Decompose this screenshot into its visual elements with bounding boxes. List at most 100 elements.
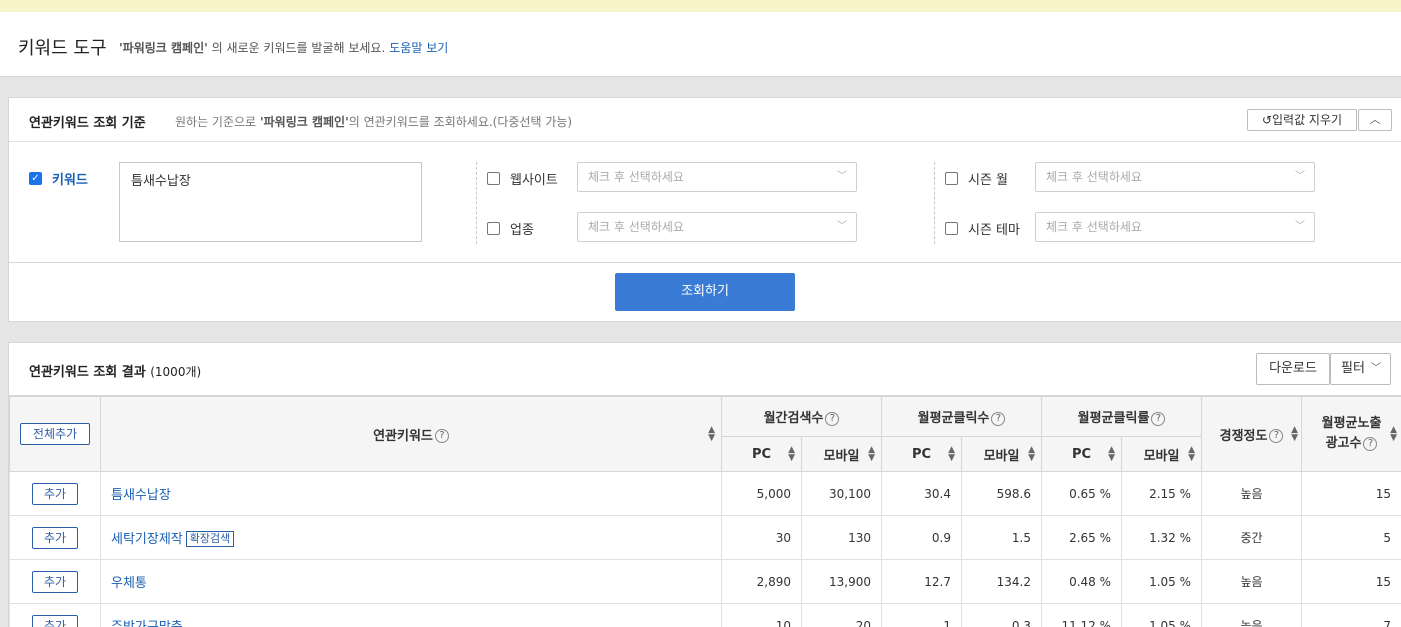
divider — [476, 162, 477, 244]
subtitle-text: 의 새로운 키워드를 발굴해 보세요. — [207, 41, 386, 55]
add-cell: 추가 — [9, 603, 101, 627]
sort-icon[interactable]: ▲ ▼ — [788, 446, 795, 463]
campaign-name: '파워링크 캠페인' — [119, 41, 208, 55]
sort-icon[interactable]: ▲ ▼ — [1390, 426, 1397, 443]
competition-cell: 높음 — [1201, 471, 1303, 516]
download-button[interactable]: 다운로드 — [1256, 353, 1330, 385]
chevron-down-icon: ﹀ — [1295, 171, 1305, 182]
sort-icon[interactable]: ▲ ▼ — [1028, 446, 1035, 463]
season-month-select[interactable]: 체크 후 선택하세요 ﹀ — [1035, 162, 1315, 192]
col-search-mobile[interactable]: 모바일 ▲ ▼ — [801, 436, 882, 472]
sort-icon[interactable]: ▲ ▼ — [708, 426, 715, 443]
add-button[interactable]: 추가 — [32, 570, 78, 593]
results-panel: 연관키워드 조회 결과 (1000개) 다운로드 필터 ﹀ 전체추가 연관키워드?… — [8, 342, 1401, 627]
ctr-mobile-cell: 2.15 % — [1121, 471, 1203, 516]
search-button[interactable]: 조회하기 — [615, 273, 795, 311]
season-theme-checkbox[interactable] — [945, 222, 958, 235]
add-cell: 추가 — [9, 515, 101, 560]
query-panel-header: 연관키워드 조회 기준 원하는 기준으로 '파워링크 캠페인'의 연관키워드를 … — [9, 98, 1401, 142]
table-row: 추가 세탁기장제작 확장검색 30 130 0.9 1.5 2.65 % 1.32 % 중간 5 — [9, 515, 1401, 560]
click-pc-cell: 12.7 — [881, 559, 962, 604]
keyword-cell: 주방가구맞춤 — [100, 603, 722, 627]
help-icon[interactable]: ? — [434, 429, 449, 443]
col-ctr-mobile[interactable]: 모바일 ▲ ▼ — [1121, 436, 1203, 472]
col-click-pc[interactable]: PC ▲ ▼ — [881, 436, 962, 472]
search-mobile-cell: 13,900 — [801, 559, 882, 604]
ads-cell: 15 — [1301, 471, 1401, 516]
sort-icon[interactable]: ▲ ▼ — [868, 446, 875, 463]
sort-icon[interactable]: ▲ ▼ — [1188, 446, 1195, 463]
click-mobile-cell: 1.5 — [960, 515, 1043, 560]
col-click-mobile[interactable]: 모바일 ▲ ▼ — [960, 436, 1043, 472]
competition-cell: 높음 — [1201, 559, 1303, 604]
ctr-pc-cell: 2.65 % — [1041, 515, 1123, 560]
season-month-label: 시즌 월 — [968, 173, 1009, 188]
ads-cell: 15 — [1301, 559, 1401, 604]
help-icon[interactable]: ? — [1363, 436, 1378, 451]
query-filters: ✓ 키워드 틈새수납장 웹사이트 체크 후 선택하세요 ﹀ 업종 체크 후 선택하… — [9, 142, 1401, 263]
col-avg-ads[interactable]: 월평균노출 광고수? ▲ ▼ — [1301, 396, 1401, 472]
col-competition-label: 경쟁정도 — [1219, 428, 1268, 444]
query-panel-title: 연관키워드 조회 기준 — [29, 116, 146, 131]
filter-label: 필터 — [1341, 361, 1365, 376]
add-button[interactable]: 추가 — [32, 526, 78, 549]
page-header: 키워드 도구 '파워링크 캠페인' 의 새로운 키워드를 발굴해 보세요. 도움말… — [0, 12, 1401, 77]
ads-cell: 7 — [1301, 603, 1401, 627]
keyword-link[interactable]: 세탁기장제작 — [111, 532, 183, 547]
help-icon[interactable]: ? — [1151, 411, 1166, 426]
filter-button[interactable]: 필터 ﹀ — [1330, 353, 1391, 385]
website-checkbox[interactable] — [487, 172, 500, 185]
ctr-mobile-cell: 1.05 % — [1121, 603, 1203, 627]
chevron-down-icon: ﹀ — [837, 221, 847, 232]
col-ctr-pc[interactable]: PC ▲ ▼ — [1041, 436, 1123, 472]
industry-checkbox[interactable] — [487, 222, 500, 235]
ctr-mobile-cell: 1.32 % — [1121, 515, 1203, 560]
divider — [934, 162, 935, 244]
reset-icon: ↺ — [1261, 113, 1272, 127]
add-button[interactable]: 추가 — [32, 482, 78, 505]
ads-cell: 5 — [1301, 515, 1401, 560]
ctr-pc-cell: 0.65 % — [1041, 471, 1123, 516]
col-avg-ads-label-1: 월평균노출 — [1321, 416, 1382, 431]
collapse-button[interactable]: ︿ — [1358, 109, 1392, 131]
website-select[interactable]: 체크 후 선택하세요 ﹀ — [577, 162, 857, 192]
season-month-checkbox[interactable] — [945, 172, 958, 185]
add-all-button[interactable]: 전체추가 — [20, 423, 90, 445]
keyword-link[interactable]: 우체통 — [111, 576, 147, 591]
notice-bar — [0, 0, 1401, 12]
col-competition[interactable]: 경쟁정도? ▲ ▼ — [1201, 396, 1303, 472]
keyword-link[interactable]: 주방가구맞춤 — [111, 620, 183, 627]
industry-select[interactable]: 체크 후 선택하세요 ﹀ — [577, 212, 857, 242]
keyword-textarea[interactable]: 틈새수납장 — [119, 162, 422, 242]
competition-cell: 높음 — [1201, 603, 1303, 627]
keyword-label: 키워드 — [52, 173, 88, 188]
col-pc-label: PC — [1071, 446, 1092, 462]
help-link[interactable]: 도움말 보기 — [389, 41, 448, 55]
table-row: 추가 우체통 2,890 13,900 12.7 134.2 0.48 % 1.05 % 높음 1… — [9, 559, 1401, 604]
season-theme-select[interactable]: 체크 후 선택하세요 ﹀ — [1035, 212, 1315, 242]
help-icon[interactable]: ? — [825, 411, 840, 426]
keyword-link[interactable]: 틈새수납장 — [111, 488, 171, 503]
col-search-pc[interactable]: PC ▲ ▼ — [721, 436, 802, 472]
sort-icon[interactable]: ▲ ▼ — [1291, 426, 1298, 443]
sort-icon[interactable]: ▲ ▼ — [948, 446, 955, 463]
search-pc-cell: 10 — [721, 603, 802, 627]
click-mobile-cell: 134.2 — [960, 559, 1043, 604]
season-month-placeholder: 체크 후 선택하세요 — [1046, 170, 1142, 184]
sort-icon[interactable]: ▲ ▼ — [1108, 446, 1115, 463]
website-placeholder: 체크 후 선택하세요 — [588, 170, 684, 184]
ctr-mobile-cell: 1.05 % — [1121, 559, 1203, 604]
page-subtitle: '파워링크 캠페인' 의 새로운 키워드를 발굴해 보세요. 도움말 보기 — [119, 39, 448, 56]
help-icon[interactable]: ? — [1269, 429, 1284, 443]
clear-input-button[interactable]: ↺입력값 지우기 — [1247, 109, 1357, 131]
keyword-cell: 틈새수납장 — [100, 471, 722, 516]
add-button[interactable]: 추가 — [32, 614, 78, 627]
click-pc-cell: 30.4 — [881, 471, 962, 516]
keyword-cell: 세탁기장제작 확장검색 — [100, 515, 722, 560]
col-pc-label: PC — [911, 446, 932, 462]
col-mobile-label: 모바일 — [983, 448, 1020, 464]
help-icon[interactable]: ? — [991, 411, 1006, 426]
col-keyword[interactable]: 연관키워드? ▲ ▼ — [100, 396, 722, 472]
keyword-checkbox[interactable]: ✓ — [29, 172, 42, 185]
competition-cell: 중간 — [1201, 515, 1303, 560]
